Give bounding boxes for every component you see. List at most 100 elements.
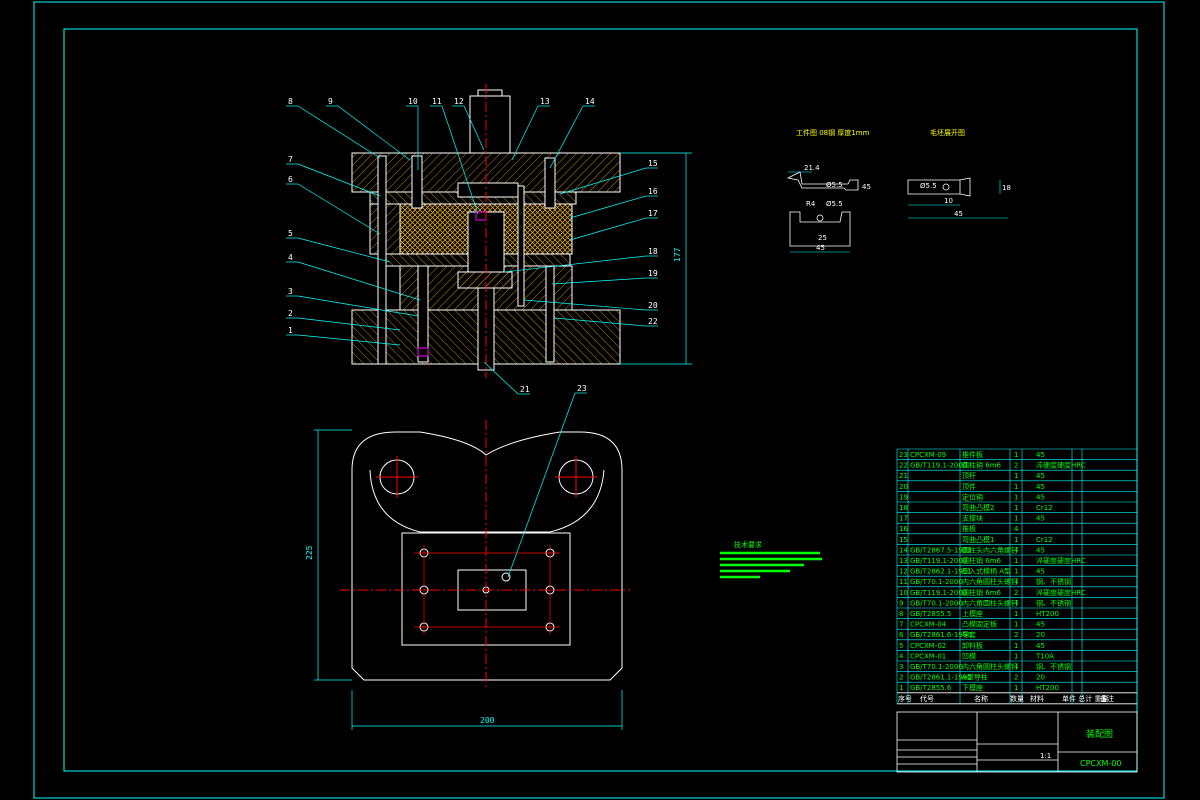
- bom-cell-0: 11: [899, 578, 908, 586]
- callout-label-23: 23: [577, 384, 587, 393]
- blank-dim-4: 45: [954, 210, 963, 218]
- bom-cell-4: 45: [1036, 493, 1045, 501]
- bom-row: 12 GB/T2862.1-1981压入式模柄 A型 1 45: [899, 567, 1045, 576]
- bom-cell-3: 2: [1014, 462, 1018, 470]
- bom-row: 19 定位销 1 45: [899, 492, 1045, 501]
- bom-cell-1: CPCXM-09: [910, 451, 946, 459]
- bom-cell-3: 2: [1014, 631, 1018, 639]
- bom-cell-1: GB/T119.1-2000: [910, 557, 967, 565]
- bom-cell-0: 20: [899, 483, 908, 491]
- callout-leader-21: [483, 361, 519, 395]
- bom-cell-2: 顶杆: [962, 471, 976, 480]
- bom-row: 2 GB/T2861.1-1990A型导柱 2 20: [899, 673, 1045, 682]
- bom-row: 6 GB/T2861.6-1990导套 2 20: [899, 630, 1045, 639]
- bom-header-4: 材料: [1030, 694, 1044, 703]
- wp-dim-3: 45: [862, 183, 871, 191]
- callout-label-16: 16: [648, 187, 658, 196]
- bom-cell-3: 1: [1014, 483, 1018, 491]
- bom-row: 20 顶件 1 45: [899, 482, 1045, 491]
- wp-dim-5: Ø5.5: [826, 200, 843, 208]
- bom-row: 16 推板 4: [899, 524, 1019, 533]
- bom-cell-0: 15: [899, 536, 908, 544]
- bom-header-6: 备注: [1100, 694, 1114, 703]
- callout-label-22: 22: [648, 317, 658, 326]
- bom-cell-3: 1: [1014, 504, 1018, 512]
- callout-leader-16: [569, 195, 647, 219]
- notes-text: [720, 551, 822, 579]
- bom-row: 7 CPCXM-04 凸模固定板 1 45: [899, 620, 1045, 629]
- bom-cell-3: 1: [1014, 642, 1018, 650]
- bom-cell-4: 45: [1036, 621, 1045, 629]
- callout-label-19: 19: [648, 269, 658, 278]
- bom-cell-0: 13: [899, 557, 908, 565]
- bom-cell-3: 2: [1014, 674, 1018, 682]
- callout-label-1: 1: [288, 326, 293, 335]
- bom-cell-4: 45: [1036, 451, 1045, 459]
- bom-cell-2: 推板: [962, 524, 976, 533]
- bom-cell-2: 弯曲凸模2: [962, 503, 994, 512]
- bom-cell-0: 4: [899, 652, 904, 660]
- bom-cell-1: CPCXM-02: [910, 642, 946, 650]
- callout-label-2: 2: [288, 309, 293, 318]
- bom-cell-1: GB/T2855.6: [910, 684, 952, 692]
- callout-label-7: 7: [288, 155, 293, 164]
- bom-cell-1: GB/T70.1-2000: [910, 663, 963, 671]
- bom-cell-4: HT200: [1036, 684, 1059, 692]
- bom-cell-0: 9: [899, 599, 903, 607]
- bom-row: 1 GB/T2855.6 下模座 1 HT200: [899, 683, 1059, 692]
- bom-cell-3: 4: [1014, 578, 1019, 586]
- wp-dim-6: 25: [818, 234, 827, 242]
- bom-cell-0: 7: [899, 621, 903, 629]
- bom-table: 23 CPCXM-09 推件板 1 4522 GB/T119.1-2000圆柱销 6m6 2…: [896, 448, 1138, 773]
- callout-leader-9: [337, 105, 411, 161]
- bom-cell-3: 1: [1014, 515, 1018, 523]
- bom-header-1: 代号: [920, 694, 934, 703]
- bom-row: 11 GB/T70.1-2000 内六角圆柱头螺钉4 钢、不锈钢: [899, 577, 1071, 586]
- bom-row: 23 CPCXM-09 推件板 1 45: [899, 450, 1045, 459]
- blank-dim-2: 18: [1002, 184, 1011, 192]
- bom-cell-0: 3: [899, 663, 903, 671]
- bom-cell-0: 14: [899, 546, 908, 554]
- bom-row: 15 弯曲凸模1 1 Cr12: [899, 535, 1053, 544]
- drawing-scale: 1:1: [1040, 752, 1051, 760]
- bom-cell-3: 1: [1014, 557, 1018, 565]
- bom-cell-0: 21: [899, 472, 908, 480]
- bom-cell-3: 1: [1014, 652, 1018, 660]
- callout-label-5: 5: [288, 229, 293, 238]
- callout-leader-23: [507, 392, 576, 578]
- bom-cell-3: 1: [1014, 493, 1018, 501]
- callout-leader-8: [297, 105, 381, 159]
- bom-cell-1: GB/T119.1-2000: [910, 589, 967, 597]
- bom-cell-0: 12: [899, 568, 908, 576]
- section-view: [351, 84, 692, 378]
- bom-cell-0: 16: [899, 525, 908, 533]
- bom-cell-2: 圆柱销 6m6: [962, 556, 1001, 565]
- callout-label-15: 15: [648, 159, 658, 168]
- bom-cell-0: 10: [899, 589, 908, 597]
- blank-dim-1: Ø5.5: [920, 182, 937, 190]
- bom-row: 10 GB/T119.1-2000圆柱销 6m6 2 淬硬度硬度HRC: [899, 588, 1086, 597]
- callout-label-21: 21: [520, 385, 530, 394]
- bom-cell-2: A型导柱: [962, 673, 988, 682]
- bom-cell-2: 圆柱销 6m6: [962, 588, 1001, 597]
- bom-row: 14 GB/T2867.5-1981圆柱头内六角螺钉4 45: [899, 545, 1045, 554]
- bom-cell-3: 4: [1014, 546, 1019, 554]
- bom-row: 17 支撑块 1 45: [899, 514, 1045, 523]
- bom-header-2: 名称: [974, 694, 988, 703]
- bom-cell-2: 顶件: [962, 482, 976, 491]
- bom-row: 3 GB/T70.1-2000 内六角圆柱头螺钉4 钢、不锈钢: [899, 662, 1071, 671]
- callout-label-20: 20: [648, 301, 658, 310]
- bom-row: 8 GB/T2855.5 上模座 1 HT200: [899, 609, 1059, 618]
- wp-dim-7: 45: [816, 244, 825, 252]
- bom-row: 9 GB/T70.1-2000 内六角圆柱头螺钉4 钢、不锈钢: [899, 598, 1071, 607]
- bom-cell-2: 内六角圆柱头螺钉: [962, 662, 1018, 671]
- bom-cell-3: 1: [1014, 621, 1018, 629]
- bom-cell-2: 内六角圆柱头螺钉: [962, 598, 1018, 607]
- bom-header-0: 序号: [898, 694, 912, 703]
- bom-cell-2: 凸模固定板: [962, 620, 997, 629]
- callout-label-12: 12: [454, 97, 464, 106]
- bom-cell-0: 8: [899, 610, 903, 618]
- bom-cell-4: 45: [1036, 515, 1045, 523]
- bom-cell-2: 推件板: [962, 450, 983, 459]
- bom-cell-4: 45: [1036, 568, 1045, 576]
